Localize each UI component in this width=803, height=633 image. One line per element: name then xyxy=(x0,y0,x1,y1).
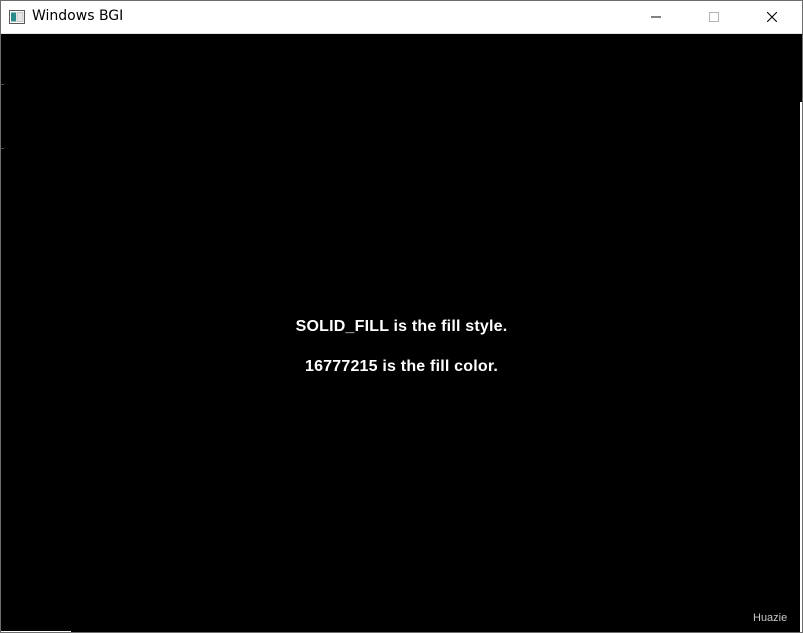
canvas-bottom-edge xyxy=(1,631,71,632)
fill-style-text: SOLID_FILL is the fill style. xyxy=(295,318,508,335)
watermark-text: Huazie xyxy=(753,612,788,624)
fill-color-text: 16777215 is the fill color. xyxy=(304,358,499,375)
window-title: Windows BGI xyxy=(32,8,124,24)
close-button[interactable] xyxy=(749,1,795,33)
maximize-icon xyxy=(709,12,719,22)
canvas-edge-mark xyxy=(1,84,4,85)
title-bar[interactable]: Windows BGI xyxy=(1,1,802,34)
minimize-icon xyxy=(651,16,661,18)
maximize-button[interactable] xyxy=(691,1,737,33)
graphics-canvas[interactable]: SOLID_FILL is the fill style. 16777215 i… xyxy=(1,34,802,632)
canvas-edge-mark xyxy=(1,148,4,149)
window-app-icon[interactable] xyxy=(9,10,25,24)
close-icon xyxy=(767,12,777,22)
bgi-window: Windows BGI SOLID_FILL is the fill style… xyxy=(0,0,803,633)
minimize-button[interactable] xyxy=(633,1,679,33)
